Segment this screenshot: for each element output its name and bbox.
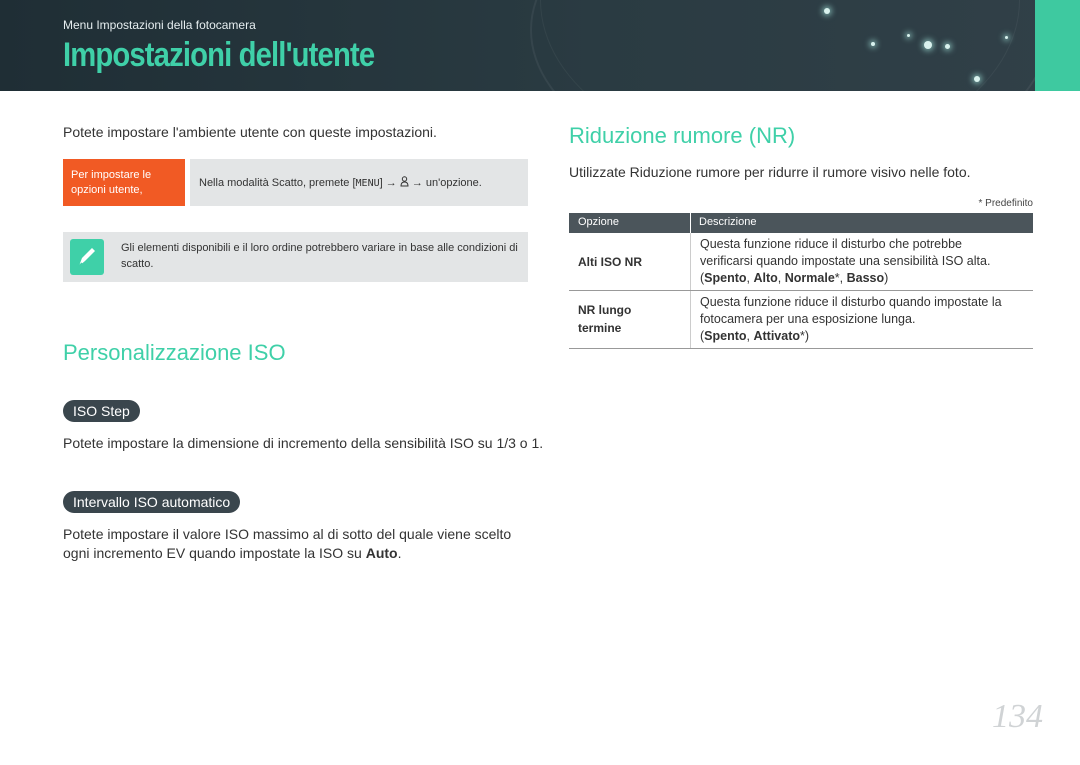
header-banner: Menu Impostazioni della fotocamera Impos… <box>0 0 1080 91</box>
subsection-iso-step: ISO Step <box>63 400 140 422</box>
auto-iso-text: Potete impostare il valore ISO massimo a… <box>63 525 511 563</box>
header-description: Descrizione <box>699 216 757 228</box>
table-row: Alti ISO NR Questa funzione riduce il di… <box>569 233 1033 291</box>
sparkle-icon <box>1005 36 1008 39</box>
option-values: (Spento, Attivato*) <box>700 329 810 343</box>
page-title: Impostazioni dell'utente <box>63 36 375 74</box>
howto-prefix: Nella modalità Scatto, premete [ <box>199 177 356 189</box>
table-row: NR lungo termine Questa funzione riduce … <box>569 291 1033 349</box>
pen-note-icon <box>70 239 104 275</box>
option-name: Alti ISO NR <box>578 255 643 269</box>
sparkle-icon <box>871 42 875 46</box>
auto-iso-text-line1: Potete impostare il valore ISO massimo a… <box>63 526 512 542</box>
auto-iso-bold: Auto <box>365 545 398 561</box>
sparkle-icon <box>945 44 950 49</box>
howto-instructions: Nella modalità Scatto, premete [MENU] → … <box>190 159 528 206</box>
note-text: Gli elementi disponibili e il loro ordin… <box>121 242 518 270</box>
menu-key: MENU <box>355 178 380 189</box>
auto-iso-suffix: . <box>397 545 402 561</box>
option-name: NR lungo termine <box>578 301 631 337</box>
option-name-line: NR lungo <box>578 303 632 317</box>
chapter-tab[interactable] <box>1035 0 1080 91</box>
value: Spento <box>704 271 747 285</box>
desc-line: fotocamera per una esposizione lunga. <box>700 312 916 326</box>
desc-line: verificarsi quando impostate una sensibi… <box>700 254 991 268</box>
user-icon <box>400 176 409 187</box>
breadcrumb: Menu Impostazioni della fotocamera <box>63 18 256 32</box>
section-title-iso: Personalizzazione ISO <box>63 340 286 365</box>
howto-box: Per impostare le opzioni utente, Nella m… <box>63 159 528 206</box>
desc-line: Questa funzione riduce il disturbo che p… <box>700 237 962 251</box>
howto-middle: ] → <box>379 177 400 189</box>
option-name-line: termine <box>578 321 622 335</box>
table-header: Opzione Descrizione <box>569 213 1033 233</box>
note-box: Gli elementi disponibili e il loro ordin… <box>63 232 528 282</box>
sparkle-icon <box>824 8 830 14</box>
sparkle-icon <box>907 34 910 37</box>
nr-intro: Utilizzate Riduzione rumore per ridurre … <box>569 164 971 180</box>
iso-step-text: Potete impostare la dimensione di increm… <box>63 435 544 451</box>
value: Alto <box>753 271 778 285</box>
desc-line: Questa funzione riduce il disturbo quand… <box>700 295 1002 309</box>
intro-text: Potete impostare l'ambiente utente con q… <box>63 124 437 140</box>
value: Attivato <box>753 329 801 343</box>
howto-suffix: → un'opzione. <box>408 177 482 189</box>
sparkle-icon <box>974 76 980 82</box>
howto-label: Per impostare le opzioni utente, <box>63 159 185 206</box>
section-title-nr: Riduzione rumore (NR) <box>569 123 796 148</box>
value: Spento <box>704 329 747 343</box>
option-description: Questa funzione riduce il disturbo che p… <box>700 236 1030 287</box>
header-option: Opzione <box>578 216 619 228</box>
page-number: 134 <box>992 698 1043 735</box>
value: Basso <box>846 271 885 285</box>
sparkle-icon <box>924 41 932 49</box>
footnote-default: * Predefinito <box>978 198 1033 209</box>
subsection-auto-iso-range: Intervallo ISO automatico <box>63 491 241 513</box>
auto-iso-text-line2: ogni incremento EV quando impostate la I… <box>63 545 366 561</box>
value: Normale <box>784 271 835 285</box>
option-values: (Spento, Alto, Normale*, Basso) <box>700 271 889 285</box>
option-description: Questa funzione riduce il disturbo quand… <box>700 294 1030 345</box>
